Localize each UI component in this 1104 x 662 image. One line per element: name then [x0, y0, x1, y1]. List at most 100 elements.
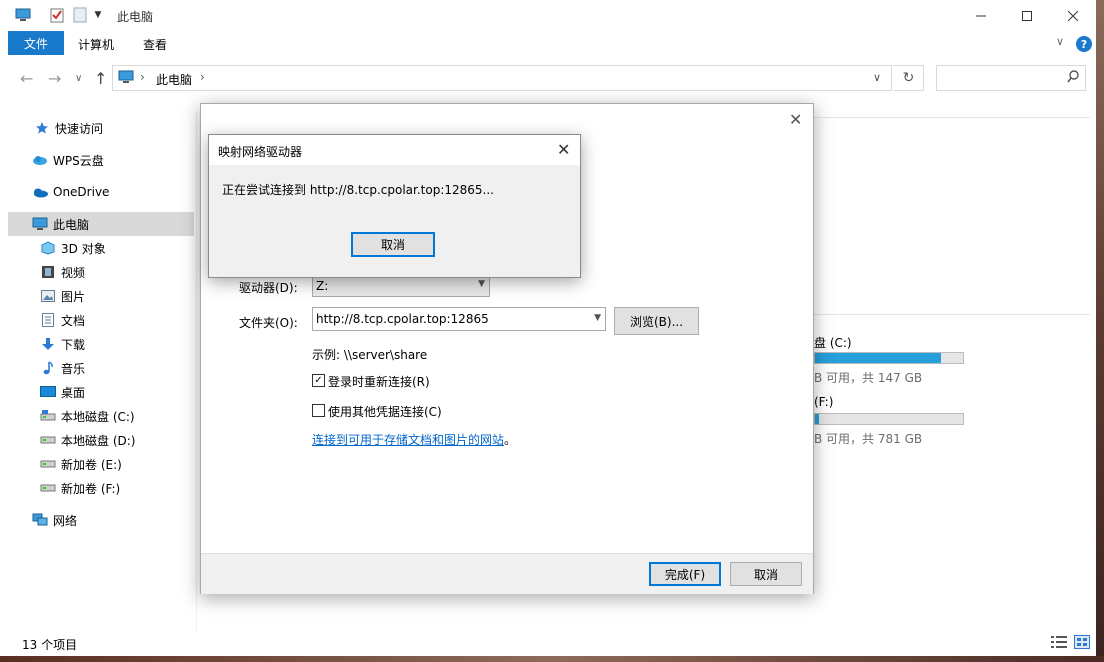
drive-label: 驱动器(D): — [239, 281, 298, 295]
drive-icon — [40, 480, 56, 496]
pane-divider — [196, 110, 197, 630]
sidebar-item-label: 本地磁盘 (C:) — [61, 409, 135, 424]
details-view-icon[interactable] — [1051, 635, 1067, 649]
close-icon[interactable]: ✕ — [789, 110, 802, 129]
folder-input-value: http://8.tcp.cpolar.top:12865 — [316, 312, 489, 326]
item-count: 13 个项目 — [22, 638, 78, 652]
sidebar-item-label: 下载 — [61, 337, 86, 352]
navigation-pane: 快速访问 WPS云盘 OneDrive 此电脑 3D 对象 视频 图片 文档 下… — [0, 110, 196, 630]
reconnect-checkbox[interactable]: ✓ — [312, 374, 325, 387]
sidebar-item-drive-f[interactable]: 新加卷 (F:) — [40, 476, 120, 500]
connecting-dialog: 映射网络驱动器 ✕ 正在尝试连接到 http://8.tcp.cpolar.to… — [208, 134, 581, 278]
cube-icon — [40, 240, 56, 256]
forward-arrow-icon[interactable]: → — [48, 69, 61, 88]
sidebar-item-label: OneDrive — [53, 185, 110, 199]
help-icon[interactable]: ? — [1076, 36, 1092, 52]
sidebar-item-label: 音乐 — [61, 361, 86, 376]
video-icon — [40, 264, 56, 280]
title-bar: ▼ 此电脑 — [0, 0, 1096, 31]
download-icon — [40, 336, 56, 352]
sidebar-item-label: 快速访问 — [55, 121, 104, 136]
sidebar-item-label: 桌面 — [61, 385, 86, 400]
recent-locations-icon[interactable]: ∨ — [75, 73, 82, 84]
drive-c-usage-fill — [815, 353, 941, 363]
address-dropdown-icon[interactable]: ∨ — [873, 71, 881, 84]
sidebar-item-this-pc[interactable]: 此电脑 — [8, 212, 194, 236]
sidebar-item-quick-access[interactable]: 快速访问 — [34, 116, 103, 140]
sidebar-item-pictures[interactable]: 图片 — [40, 284, 85, 308]
minimize-icon[interactable] — [958, 0, 1004, 31]
desktop-background-bottom — [0, 656, 1104, 662]
sidebar-item-documents[interactable]: 文档 — [40, 308, 85, 332]
computer-icon — [32, 216, 48, 232]
link-suffix: 。 — [504, 433, 517, 447]
credentials-checkbox[interactable] — [312, 404, 325, 417]
sidebar-item-label: WPS云盘 — [53, 153, 104, 168]
sidebar-item-3d-objects[interactable]: 3D 对象 — [40, 236, 106, 260]
sidebar-item-label: 此电脑 — [53, 217, 90, 232]
sidebar-item-label: 图片 — [61, 289, 86, 304]
drive-icon — [40, 432, 56, 448]
search-icon — [1067, 70, 1079, 87]
new-folder-icon[interactable] — [72, 7, 88, 23]
sidebar-item-desktop[interactable]: 桌面 — [40, 380, 85, 404]
maximize-icon[interactable] — [1004, 0, 1050, 31]
credentials-label[interactable]: 使用其他凭据连接(C) — [328, 403, 442, 420]
website-link[interactable]: 连接到可用于存储文档和图片的网站 — [312, 431, 504, 448]
drive-select-value: Z: — [316, 279, 329, 293]
customize-toolbar-icon[interactable]: ▼ — [90, 7, 106, 23]
close-icon[interactable] — [1050, 0, 1096, 31]
star-icon — [34, 120, 50, 136]
drive-f-label[interactable]: (F:) — [814, 395, 833, 409]
large-icons-view-icon[interactable] — [1074, 635, 1090, 649]
search-input[interactable] — [936, 65, 1086, 91]
drive-icon — [40, 408, 56, 424]
breadcrumb-this-pc[interactable]: 此电脑 — [156, 71, 192, 88]
sidebar-item-onedrive[interactable]: OneDrive — [32, 180, 109, 204]
drive-c-label[interactable]: 盘 (C:) — [814, 334, 852, 351]
back-arrow-icon[interactable]: ← — [20, 69, 33, 88]
dialog-cancel-button[interactable]: 取消 — [351, 232, 435, 257]
finish-button[interactable]: 完成(F) — [649, 562, 721, 586]
sidebar-item-label: 本地磁盘 (D:) — [61, 433, 136, 448]
sidebar-item-drive-c[interactable]: 本地磁盘 (C:) — [40, 404, 135, 428]
computer-icon — [118, 70, 134, 87]
window-title: 此电脑 — [117, 10, 154, 24]
drive-f-free-space: B 可用，共 781 GB — [814, 432, 923, 446]
chevron-down-icon[interactable]: ∨ — [1056, 35, 1064, 48]
cancel-button[interactable]: 取消 — [730, 562, 802, 586]
up-arrow-icon[interactable]: ↑ — [94, 69, 107, 88]
close-icon[interactable]: ✕ — [557, 140, 570, 159]
sidebar-item-network[interactable]: 网络 — [32, 508, 77, 532]
folder-input[interactable]: http://8.tcp.cpolar.top:12865 ▼ — [312, 307, 606, 331]
sidebar-item-drive-d[interactable]: 本地磁盘 (D:) — [40, 428, 135, 452]
drive-select[interactable]: Z: ▼ — [312, 275, 490, 297]
browse-button[interactable]: 浏览(B)... — [614, 307, 699, 335]
reconnect-label[interactable]: 登录时重新连接(R) — [328, 373, 430, 390]
refresh-icon[interactable]: ↻ — [894, 65, 924, 91]
sidebar-item-music[interactable]: 音乐 — [40, 356, 85, 380]
dialog-title: 映射网络驱动器 — [218, 145, 303, 159]
drive-c-free-space: B 可用，共 147 GB — [814, 371, 923, 385]
desktop-icon — [40, 384, 56, 400]
breadcrumb-separator-icon: › — [200, 70, 205, 84]
address-input[interactable]: › 此电脑 › ∨ — [112, 65, 892, 91]
content-header-line — [814, 117, 1090, 118]
sidebar-item-downloads[interactable]: 下载 — [40, 332, 85, 356]
tab-file[interactable]: 文件 — [8, 31, 64, 55]
drive-c-usage-bar — [814, 352, 964, 364]
properties-icon[interactable] — [49, 7, 65, 23]
tab-view[interactable]: 查看 — [143, 36, 167, 53]
music-icon — [40, 360, 56, 376]
section-divider — [814, 314, 1090, 315]
cloud-icon — [32, 152, 48, 168]
sidebar-item-wps-cloud[interactable]: WPS云盘 — [32, 148, 104, 172]
ribbon-tabs: 文件 计算机 查看 ∨ ? — [0, 31, 1096, 55]
sidebar-item-label: 3D 对象 — [61, 241, 106, 256]
sidebar-item-drive-e[interactable]: 新加卷 (E:) — [40, 452, 122, 476]
onedrive-icon — [32, 184, 48, 200]
tab-computer[interactable]: 计算机 — [78, 36, 114, 53]
sidebar-item-videos[interactable]: 视频 — [40, 260, 85, 284]
breadcrumb-separator-icon: › — [140, 70, 145, 84]
chevron-down-icon: ▼ — [594, 313, 601, 323]
